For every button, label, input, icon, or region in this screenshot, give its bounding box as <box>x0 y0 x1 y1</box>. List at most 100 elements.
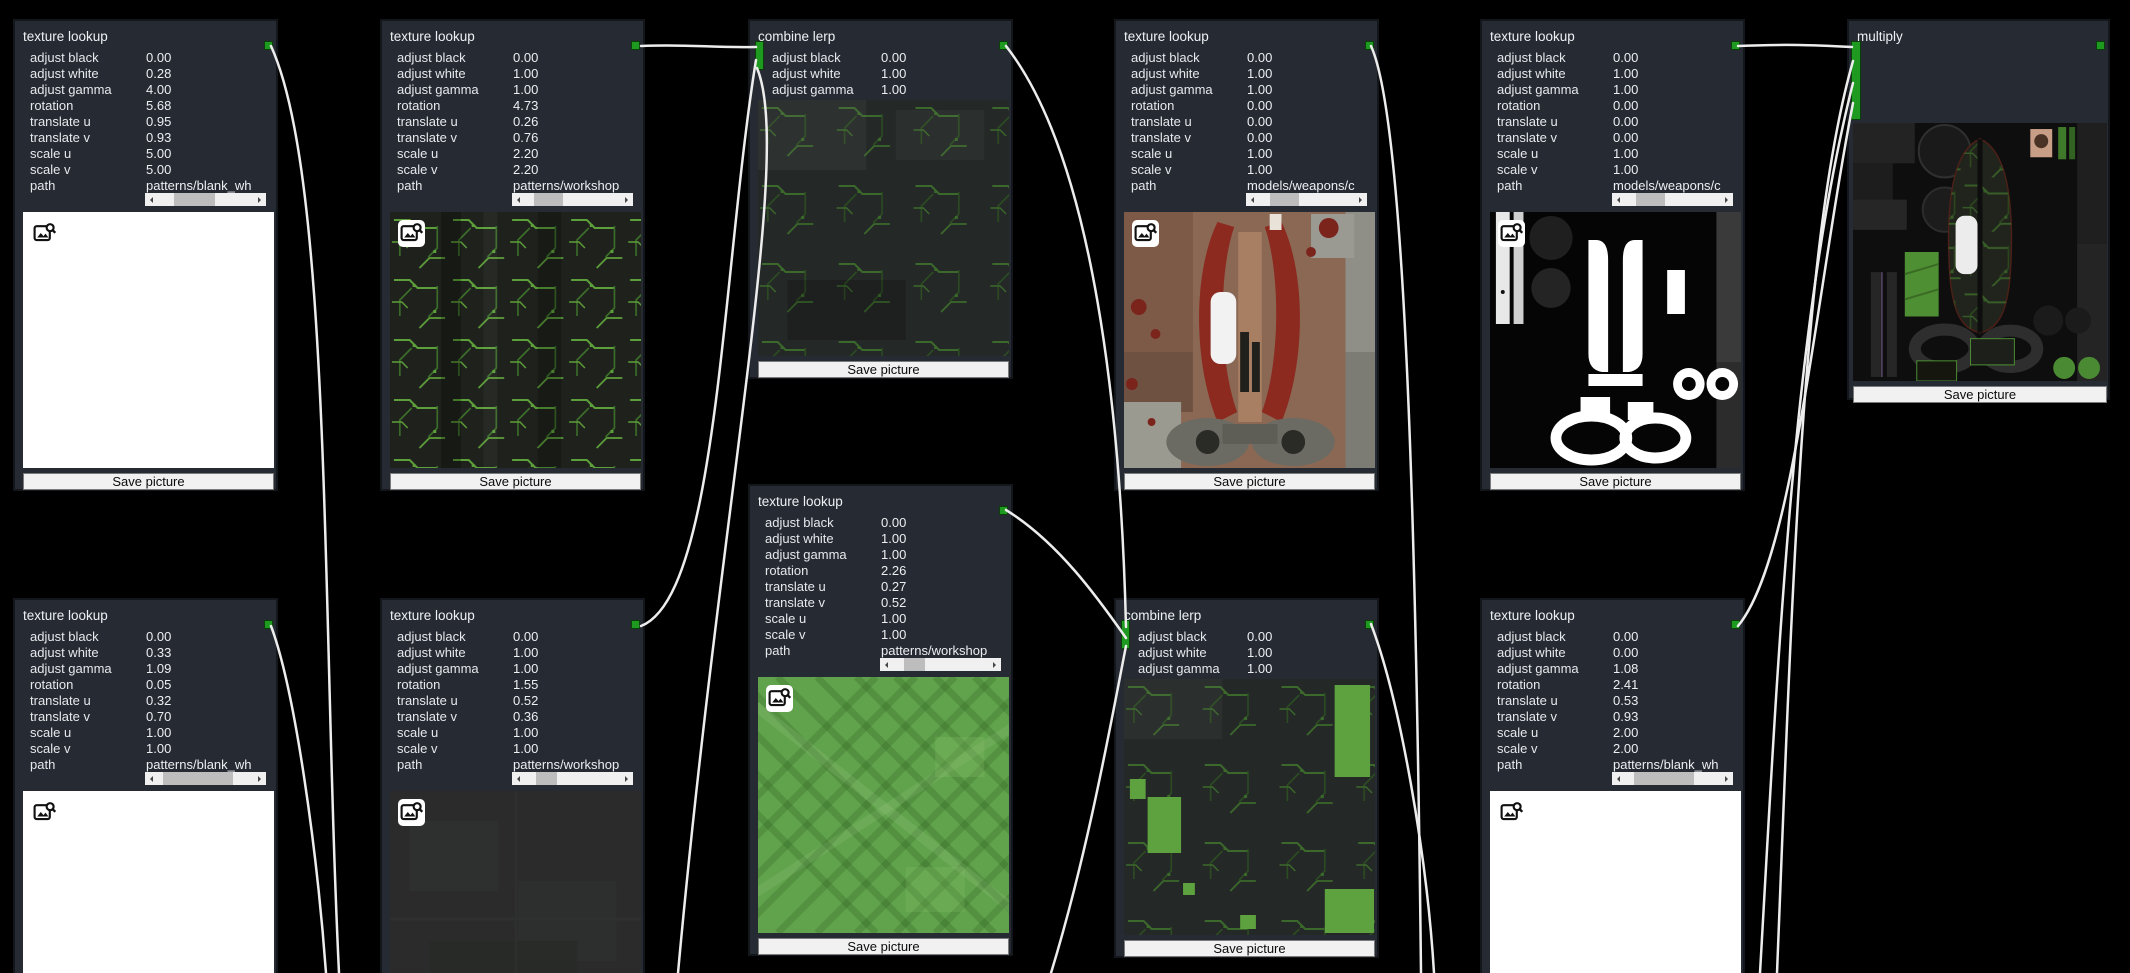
param-value[interactable]: 5.00 <box>146 162 274 177</box>
output-pin[interactable] <box>264 620 273 629</box>
param-value[interactable]: 0.00 <box>1247 629 1375 644</box>
param-value[interactable]: 2.20 <box>513 162 641 177</box>
path-scrollbar[interactable] <box>1246 193 1367 206</box>
scroll-right-arrow-icon[interactable] <box>622 193 633 206</box>
param-value[interactable]: patterns/blank_wh <box>1613 757 1741 772</box>
path-scrollbar[interactable] <box>880 658 1001 671</box>
param-value[interactable]: 0.36 <box>513 709 641 724</box>
param-value[interactable]: 0.26 <box>513 114 641 129</box>
output-pin[interactable] <box>1365 41 1374 50</box>
param-value[interactable]: 0.00 <box>146 50 274 65</box>
param-value[interactable]: 1.00 <box>1613 146 1741 161</box>
path-scrollbar[interactable] <box>1612 772 1733 785</box>
node-texture-lookup-5[interactable]: texture lookup adjust black 0.00 adjust whi… <box>13 598 278 973</box>
param-value[interactable]: 1.00 <box>1247 66 1375 81</box>
node-graph-canvas[interactable]: texture lookup adjust black 0.00 adjust whi… <box>0 0 2130 973</box>
node-texture-lookup-7[interactable]: texture lookup adjust black 0.00 adjust whi… <box>748 484 1013 956</box>
save-picture-button[interactable]: Save picture <box>758 938 1009 955</box>
output-pin[interactable] <box>1365 620 1374 629</box>
param-value[interactable]: 2.41 <box>1613 677 1741 692</box>
param-value[interactable]: 0.00 <box>1247 114 1375 129</box>
node-combine-lerp-1[interactable]: combine lerp adjust black 0.00 adjust white… <box>748 19 1013 379</box>
scrollbar-thumb[interactable] <box>1269 193 1299 206</box>
param-value[interactable]: 0.00 <box>1247 98 1375 113</box>
node-texture-lookup-6[interactable]: texture lookup adjust black 0.00 adjust whi… <box>380 598 645 973</box>
param-value[interactable]: 1.00 <box>513 66 641 81</box>
node-texture-lookup-1[interactable]: texture lookup adjust black 0.00 adjust whi… <box>13 19 278 491</box>
save-picture-button[interactable]: Save picture <box>1853 386 2107 403</box>
param-value[interactable]: 1.00 <box>146 741 274 756</box>
scroll-left-arrow-icon[interactable] <box>512 193 523 206</box>
save-picture-button[interactable]: Save picture <box>1490 473 1741 490</box>
param-value[interactable]: 1.00 <box>1247 661 1375 676</box>
input-pin[interactable] <box>755 41 764 70</box>
output-pin[interactable] <box>1731 620 1740 629</box>
param-value[interactable]: 0.00 <box>881 50 1009 65</box>
param-value[interactable]: 1.00 <box>881 611 1009 626</box>
param-value[interactable]: 2.26 <box>881 563 1009 578</box>
scroll-right-arrow-icon[interactable] <box>990 658 1001 671</box>
param-value[interactable]: 1.00 <box>513 725 641 740</box>
param-value[interactable]: 1.55 <box>513 677 641 692</box>
output-pin[interactable] <box>999 41 1008 50</box>
preview-image[interactable] <box>23 212 274 468</box>
scroll-left-arrow-icon[interactable] <box>145 772 156 785</box>
scroll-right-arrow-icon[interactable] <box>1356 193 1367 206</box>
param-value[interactable]: 0.93 <box>146 130 274 145</box>
param-value[interactable]: 1.00 <box>1247 645 1375 660</box>
param-value[interactable]: 1.00 <box>1247 82 1375 97</box>
node-multiply-1[interactable]: multiply Save picture <box>1847 19 2110 403</box>
param-value[interactable]: 0.76 <box>513 130 641 145</box>
preview-image[interactable] <box>1490 791 1741 973</box>
param-value[interactable]: 0.00 <box>1613 50 1741 65</box>
preview-image[interactable] <box>758 677 1009 933</box>
preview-image[interactable] <box>390 791 641 973</box>
param-value[interactable]: models/weapons/c <box>1613 178 1741 193</box>
scrollbar-thumb[interactable] <box>162 772 233 785</box>
scrollbar-thumb[interactable] <box>174 193 216 206</box>
scrollbar-thumb[interactable] <box>535 772 557 785</box>
param-value[interactable]: 0.93 <box>1613 709 1741 724</box>
output-pin[interactable] <box>264 41 273 50</box>
output-pin[interactable] <box>999 506 1008 515</box>
param-value[interactable]: 0.05 <box>146 677 274 692</box>
param-value[interactable]: patterns/blank_wh <box>146 757 274 772</box>
param-value[interactable]: 0.52 <box>513 693 641 708</box>
param-value[interactable]: 0.00 <box>1613 629 1741 644</box>
param-value[interactable]: 0.00 <box>513 50 641 65</box>
param-value[interactable]: 1.00 <box>1247 162 1375 177</box>
param-value[interactable]: 2.00 <box>1613 725 1741 740</box>
param-value[interactable]: 4.00 <box>146 82 274 97</box>
param-value[interactable]: patterns/blank_wh <box>146 178 274 193</box>
param-value[interactable]: 2.20 <box>513 146 641 161</box>
scrollbar-thumb[interactable] <box>1633 772 1694 785</box>
param-value[interactable]: 0.52 <box>881 595 1009 610</box>
output-pin[interactable] <box>2096 41 2105 50</box>
param-value[interactable]: 2.00 <box>1613 741 1741 756</box>
node-texture-lookup-4[interactable]: texture lookup adjust black 0.00 adjust whi… <box>1480 19 1745 491</box>
param-value[interactable]: 0.00 <box>1247 50 1375 65</box>
preview-image[interactable] <box>1853 123 2107 381</box>
scrollbar-thumb[interactable] <box>533 193 563 206</box>
param-value[interactable]: 0.00 <box>1613 114 1741 129</box>
save-picture-button[interactable]: Save picture <box>23 473 274 490</box>
save-picture-button[interactable]: Save picture <box>1124 473 1375 490</box>
scroll-left-arrow-icon[interactable] <box>1246 193 1257 206</box>
input-pin[interactable] <box>1121 620 1130 649</box>
param-value[interactable]: 0.00 <box>1613 130 1741 145</box>
path-scrollbar[interactable] <box>1612 193 1733 206</box>
param-value[interactable]: 5.00 <box>146 146 274 161</box>
param-value[interactable]: 0.00 <box>1247 130 1375 145</box>
param-value[interactable]: 5.68 <box>146 98 274 113</box>
scroll-left-arrow-icon[interactable] <box>512 772 523 785</box>
param-value[interactable]: 1.00 <box>1613 82 1741 97</box>
param-value[interactable]: 1.00 <box>881 627 1009 642</box>
param-value[interactable]: 1.00 <box>1613 162 1741 177</box>
node-texture-lookup-3[interactable]: texture lookup adjust black 0.00 adjust whi… <box>1114 19 1379 491</box>
param-value[interactable]: 1.00 <box>881 547 1009 562</box>
param-value[interactable]: 1.08 <box>1613 661 1741 676</box>
param-value[interactable]: 1.00 <box>513 741 641 756</box>
param-value[interactable]: 1.00 <box>881 531 1009 546</box>
save-picture-button[interactable]: Save picture <box>1124 940 1375 957</box>
image-zoom-button[interactable] <box>31 220 58 247</box>
